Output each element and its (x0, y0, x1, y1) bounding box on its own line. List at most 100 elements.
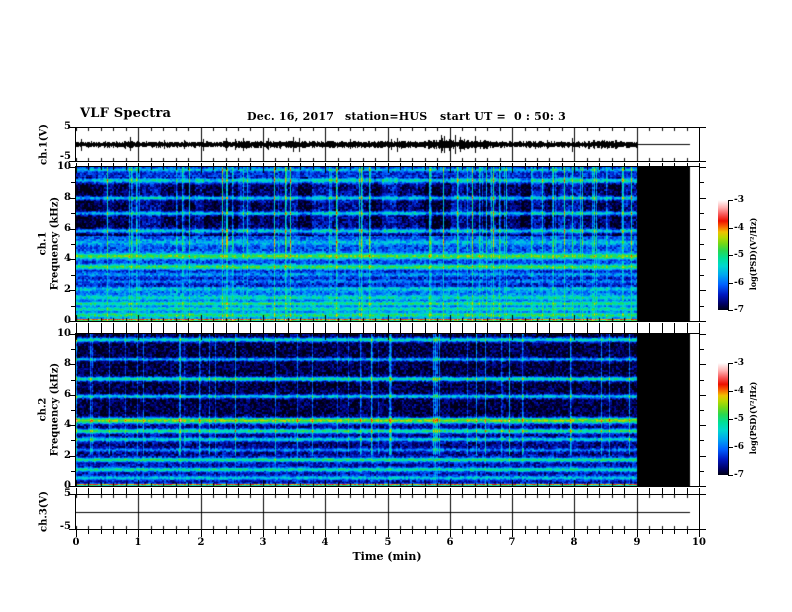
x-axis-tick (101, 530, 102, 534)
x-axis-tick (263, 530, 264, 537)
x-gap-tick (549, 163, 550, 166)
x-axis-tick (425, 530, 426, 534)
x-gap-tick (699, 488, 700, 494)
x-gap-tick (412, 163, 413, 166)
freq-tick-right (700, 334, 706, 335)
x-gap-tick (612, 323, 613, 333)
x-axis-tick (275, 530, 276, 534)
x-gap-tick (587, 323, 588, 333)
x-gap-tick (213, 163, 214, 166)
x-gap-tick (637, 163, 638, 166)
volt-tick-left (69, 161, 75, 162)
freq-tick-left (71, 410, 75, 411)
x-gap-tick (176, 488, 177, 494)
x-gap-tick (288, 323, 289, 333)
x-gap-tick (562, 488, 563, 494)
volt-tick-right (700, 494, 706, 495)
x-gap-tick (425, 323, 426, 333)
x-axis-tick (674, 530, 675, 534)
x-gap-tick (350, 323, 351, 333)
x-gap-tick (674, 488, 675, 494)
x-gap-tick (512, 323, 513, 333)
x-axis-tick (475, 530, 476, 534)
x-gap-tick (388, 488, 389, 494)
x-gap-tick (101, 323, 102, 333)
x-gap-tick (400, 163, 401, 166)
colorbar-tick (728, 475, 733, 476)
x-axis-tick (649, 530, 650, 534)
x-gap-tick (525, 488, 526, 494)
x-gap-tick (213, 323, 214, 333)
x-axis-tick-label: 4 (321, 537, 329, 548)
x-gap-tick (151, 323, 152, 333)
x-gap-tick (250, 163, 251, 166)
x-gap-tick (350, 163, 351, 166)
x-gap-tick (425, 163, 426, 166)
x-gap-tick (113, 488, 114, 494)
x-gap-tick (363, 488, 364, 494)
x-gap-tick (238, 323, 239, 333)
freq-tick-right (700, 456, 706, 457)
x-gap-tick (662, 323, 663, 333)
freq-tick-right (700, 229, 706, 230)
colorbar-tick-label: -3 (734, 195, 744, 205)
x-gap-tick (674, 323, 675, 333)
x-axis-tick (113, 530, 114, 534)
x-gap-tick (512, 163, 513, 166)
x-gap-tick (375, 323, 376, 333)
x-gap-tick (263, 323, 264, 333)
x-axis-tick (325, 530, 326, 537)
freq-tick-right (700, 213, 704, 214)
x-gap-tick (400, 323, 401, 333)
x-axis-tick (238, 530, 239, 534)
freq-tick-label: 0 (64, 480, 71, 491)
x-axis-tick (450, 530, 451, 537)
x-gap-tick (101, 163, 102, 166)
x-gap-tick (163, 488, 164, 494)
freq-tick-right (700, 321, 706, 322)
x-axis-tick (699, 530, 700, 537)
x-axis-tick (350, 530, 351, 534)
x-axis-tick (288, 530, 289, 534)
x-gap-tick (587, 488, 588, 494)
volt-tick-left (69, 529, 75, 530)
x-gap-tick (487, 323, 488, 333)
x-gap-tick (687, 323, 688, 333)
x-gap-tick (101, 488, 102, 494)
x-axis-tick (662, 530, 663, 534)
freq-tick-left (71, 380, 75, 381)
x-gap-tick (138, 323, 139, 333)
x-gap-tick (151, 163, 152, 166)
colorbar-ch2-unit-label: log(PSD)(V²/Hz) (748, 381, 758, 455)
freq-tick-right (700, 275, 704, 276)
x-axis-tick-label: 5 (384, 537, 392, 548)
freq-tick-right (700, 380, 704, 381)
x-gap-tick (76, 488, 77, 494)
freq-tick-right (700, 349, 704, 350)
x-axis-tick (462, 530, 463, 534)
x-gap-tick (662, 488, 663, 494)
x-gap-tick (76, 323, 77, 333)
x-gap-tick (462, 163, 463, 166)
volt-tick-right (700, 161, 706, 162)
freq-tick-right (700, 167, 706, 168)
colorbar-tick-label: -4 (734, 386, 744, 396)
x-gap-tick (574, 488, 575, 494)
x-gap-tick (338, 488, 339, 494)
x-gap-tick (437, 323, 438, 333)
x-gap-tick (624, 163, 625, 166)
freq-tick-right (700, 486, 706, 487)
x-gap-tick (325, 163, 326, 166)
x-axis-tick (587, 530, 588, 534)
x-gap-tick (263, 163, 264, 166)
x-axis-tick-label: 3 (259, 537, 267, 548)
x-axis-tick (599, 530, 600, 534)
x-gap-tick (537, 163, 538, 166)
x-gap-tick (512, 488, 513, 494)
x-gap-tick (624, 488, 625, 494)
x-gap-tick (637, 488, 638, 494)
freq-tick-left (71, 440, 75, 441)
x-axis-tick-label: 10 (692, 537, 706, 548)
x-gap-tick (450, 163, 451, 166)
x-gap-tick (238, 163, 239, 166)
